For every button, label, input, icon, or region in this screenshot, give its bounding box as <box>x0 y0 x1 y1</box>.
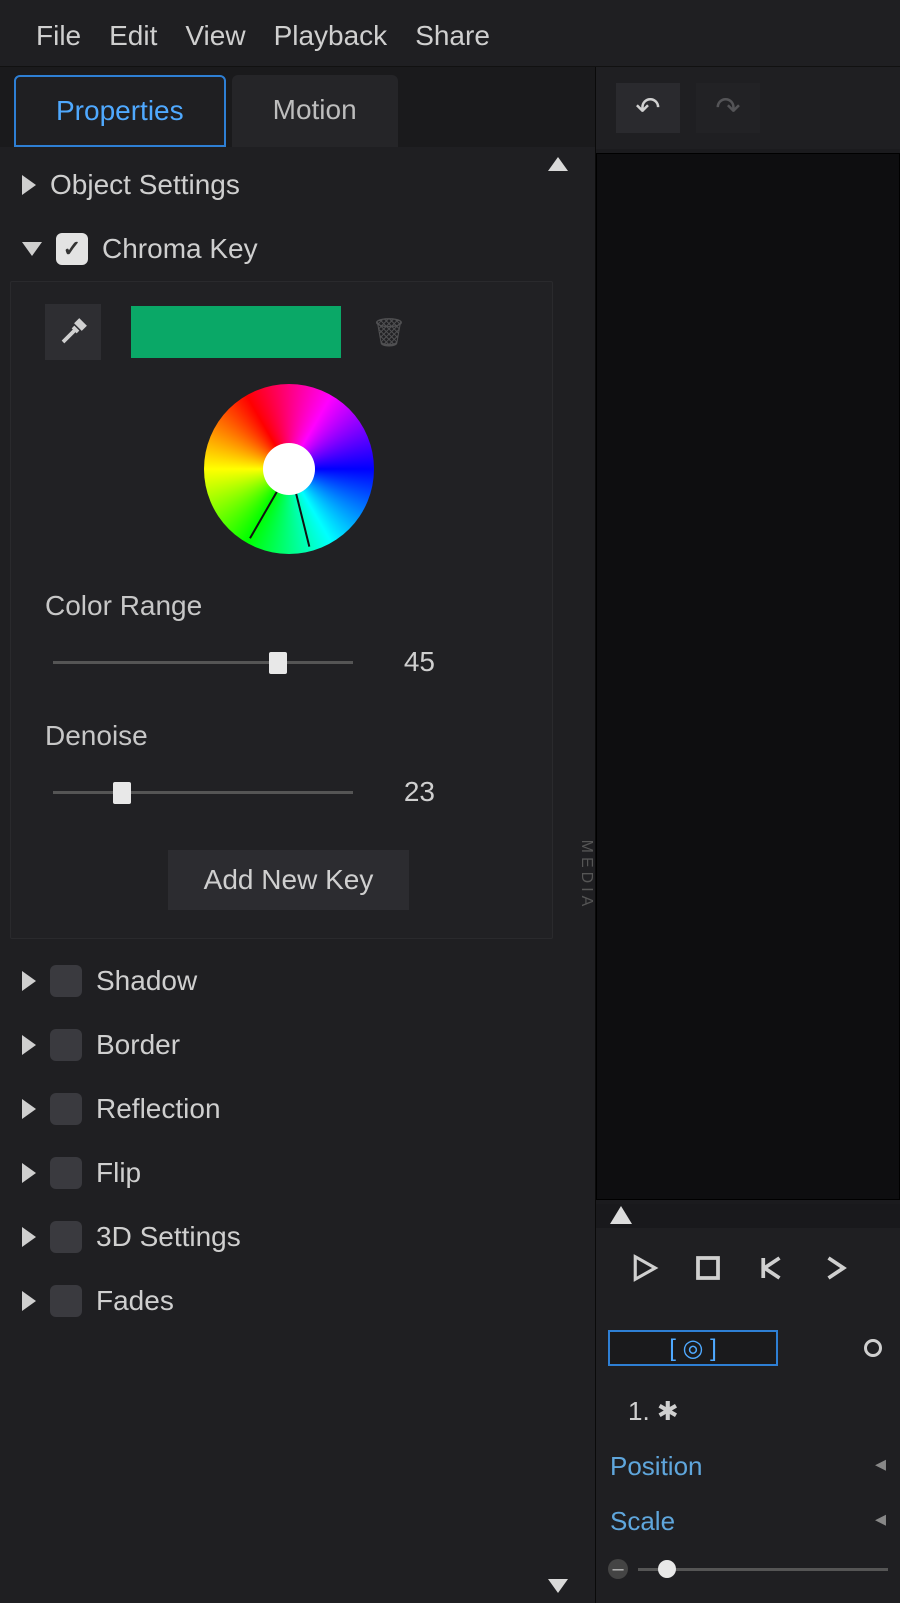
tab-motion[interactable]: Motion <box>232 75 398 147</box>
menu-bar: File Edit View Playback Share <box>0 0 900 67</box>
slider-thumb[interactable] <box>113 782 131 804</box>
preview-viewport[interactable] <box>596 153 900 1200</box>
section-label: Reflection <box>96 1093 221 1125</box>
keyframe-selector[interactable]: [ ◎ ] <box>608 1330 778 1366</box>
checkbox-shadow[interactable] <box>50 965 82 997</box>
color-range-value: 45 <box>385 646 435 678</box>
section-chroma-key[interactable]: Chroma Key <box>10 217 577 281</box>
section-border[interactable]: Border <box>10 1013 577 1077</box>
checkbox-fades[interactable] <box>50 1285 82 1317</box>
color-wheel[interactable] <box>204 384 374 554</box>
slider-thumb[interactable] <box>658 1560 676 1578</box>
caret-right-icon <box>22 1291 36 1311</box>
denoise-label: Denoise <box>45 714 532 758</box>
section-label: Shadow <box>96 965 197 997</box>
caret-right-icon <box>22 1227 36 1247</box>
play-icon <box>629 1253 659 1283</box>
timeline-prop-scale[interactable]: Scale ◂ <box>604 1494 892 1549</box>
properties-tabs: Properties Motion <box>0 67 595 147</box>
caret-right-icon <box>22 1035 36 1055</box>
caret-down-icon <box>22 242 42 256</box>
transport-controls <box>596 1228 900 1312</box>
zoom-slider[interactable] <box>638 1568 888 1571</box>
section-3d-settings[interactable]: 3D Settings <box>10 1205 577 1269</box>
section-flip[interactable]: Flip <box>10 1141 577 1205</box>
step-back-button[interactable] <box>754 1250 790 1286</box>
chroma-key-body: 🗑 Color Range 45 Denoise <box>10 281 553 939</box>
caret-right-icon <box>22 175 36 195</box>
denoise-slider[interactable] <box>53 791 353 794</box>
section-object-settings[interactable]: Object Settings <box>10 153 577 217</box>
section-label: 3D Settings <box>96 1221 241 1253</box>
timeline-panel: [ ◎ ] 1. ✱ Position ◂ Scale ◂ – <box>596 1312 900 1603</box>
timeline-prop-position[interactable]: Position ◂ <box>604 1439 892 1494</box>
section-label: Border <box>96 1029 180 1061</box>
play-button[interactable] <box>626 1250 662 1286</box>
section-label: Flip <box>96 1157 141 1189</box>
keyframe-indicator-icon[interactable] <box>864 1339 882 1357</box>
checkbox-border[interactable] <box>50 1029 82 1061</box>
section-shadow[interactable]: Shadow <box>10 949 577 1013</box>
chevron-down-icon[interactable] <box>548 1579 568 1593</box>
wheel-indicator <box>249 469 291 539</box>
add-new-key-button[interactable]: Add New Key <box>168 850 410 910</box>
checkbox-reflection[interactable] <box>50 1093 82 1125</box>
track-name[interactable]: 1. ✱ <box>604 1384 892 1439</box>
menu-view[interactable]: View <box>185 20 245 52</box>
trash-icon[interactable]: 🗑 <box>371 316 407 349</box>
tab-properties[interactable]: Properties <box>14 75 226 147</box>
caret-right-icon <box>22 971 36 991</box>
section-label: Chroma Key <box>102 233 258 265</box>
playhead-icon[interactable] <box>610 1206 632 1224</box>
undo-button[interactable]: ↶ <box>616 83 680 133</box>
checkbox-3d-settings[interactable] <box>50 1221 82 1253</box>
caret-right-icon <box>22 1099 36 1119</box>
section-fades[interactable]: Fades <box>10 1269 577 1333</box>
section-reflection[interactable]: Reflection <box>10 1077 577 1141</box>
section-label: Fades <box>96 1285 174 1317</box>
caret-right-icon <box>22 1163 36 1183</box>
redo-icon: ↷ <box>715 91 740 126</box>
eyedropper-button[interactable] <box>45 304 101 360</box>
color-swatch[interactable] <box>131 306 341 358</box>
checkbox-chroma-key[interactable] <box>56 233 88 265</box>
eyedropper-icon <box>58 317 88 347</box>
step-forward-button[interactable] <box>818 1250 854 1286</box>
menu-edit[interactable]: Edit <box>109 20 157 52</box>
zoom-out-button[interactable]: – <box>608 1559 628 1579</box>
chevron-left-icon[interactable]: ◂ <box>875 1506 886 1537</box>
color-range-label: Color Range <box>45 584 532 628</box>
panel-scrollbar[interactable] <box>551 147 565 1603</box>
stop-icon <box>693 1253 723 1283</box>
section-label: Object Settings <box>50 169 240 201</box>
chevron-up-icon[interactable] <box>548 157 568 171</box>
timeline-prop-label: Position <box>610 1451 703 1482</box>
undo-icon: ↶ <box>635 91 660 126</box>
step-back-icon <box>757 1253 787 1283</box>
timeline-prop-label: Scale <box>610 1506 675 1537</box>
menu-playback[interactable]: Playback <box>274 20 388 52</box>
redo-button[interactable]: ↷ <box>696 83 760 133</box>
slider-thumb[interactable] <box>269 652 287 674</box>
denoise-value: 23 <box>385 776 435 808</box>
chevron-left-icon[interactable]: ◂ <box>875 1451 886 1482</box>
menu-share[interactable]: Share <box>415 20 490 52</box>
stop-button[interactable] <box>690 1250 726 1286</box>
divider-label: MEDIA <box>577 840 595 911</box>
color-range-slider[interactable] <box>53 661 353 664</box>
checkbox-flip[interactable] <box>50 1157 82 1189</box>
menu-file[interactable]: File <box>36 20 81 52</box>
seek-bar[interactable] <box>596 1204 900 1228</box>
wheel-indicator <box>289 469 310 547</box>
step-forward-icon <box>821 1253 851 1283</box>
properties-panel: MEDIA Object Settings Chroma Key 🗑 <box>0 147 595 1603</box>
